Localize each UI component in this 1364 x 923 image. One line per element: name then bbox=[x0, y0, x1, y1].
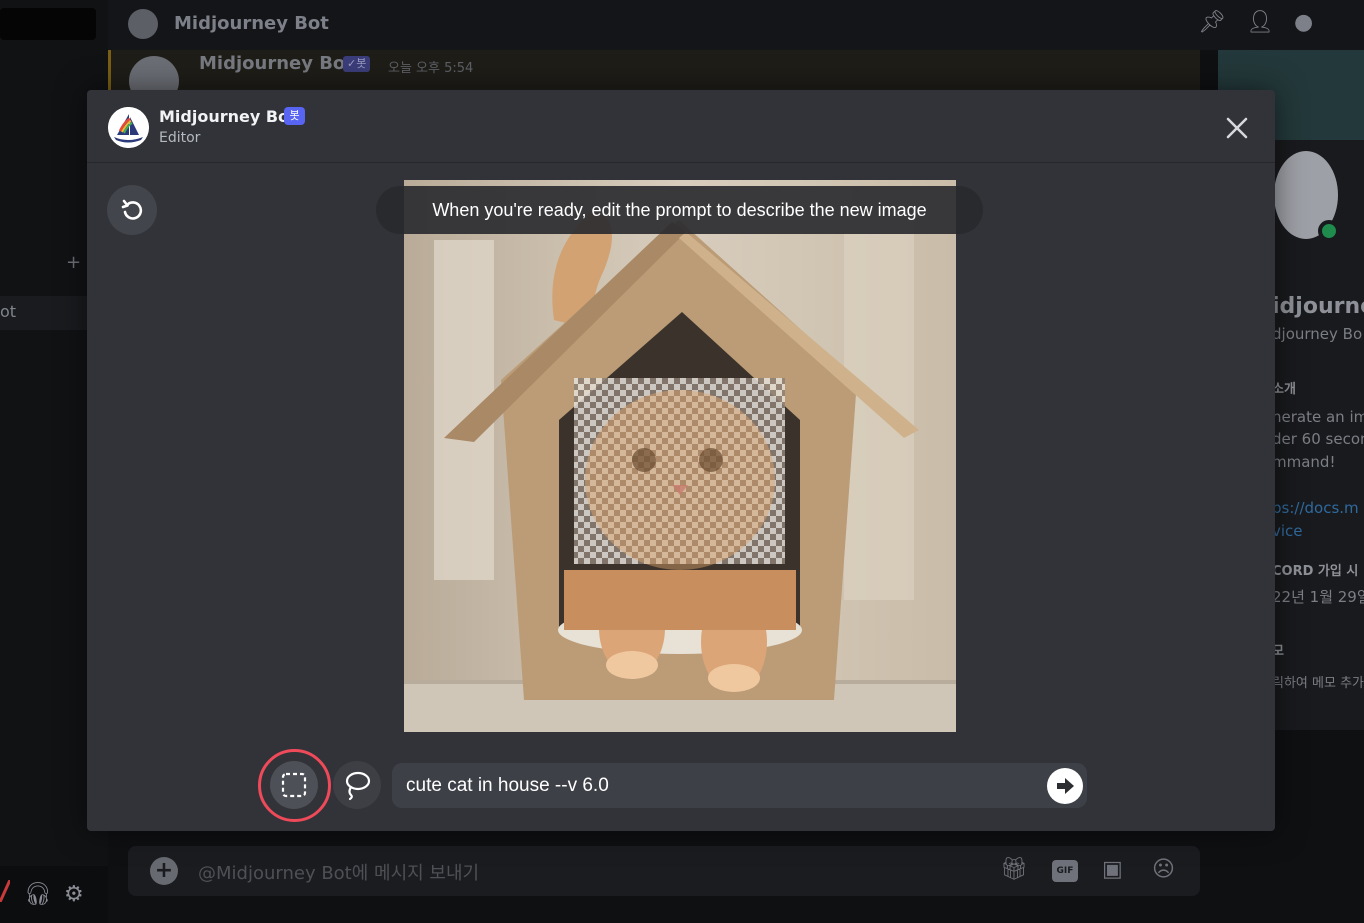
pin-icon: 📌︎ bbox=[1198, 10, 1226, 35]
close-button[interactable] bbox=[1223, 114, 1251, 142]
edit-canvas-image[interactable] bbox=[404, 180, 956, 732]
composer-placeholder: @Midjourney Bot에 메시지 보내기 bbox=[198, 863, 480, 884]
online-status-dot bbox=[1318, 220, 1340, 242]
rectangle-select-icon bbox=[281, 772, 307, 798]
mic-muted-icon bbox=[0, 880, 10, 902]
undo-button[interactable] bbox=[107, 185, 157, 235]
message-timestamp: 오늘 오후 5:54 bbox=[388, 61, 474, 76]
sticker-icon: ▣ bbox=[1102, 857, 1123, 882]
dm-list-item-label: ot bbox=[0, 302, 17, 321]
channel-title: Midjourney Bot bbox=[174, 13, 329, 34]
bot-avatar bbox=[108, 107, 149, 148]
headphones-icon: 🎧︎ bbox=[24, 882, 52, 907]
submit-prompt-button[interactable] bbox=[1047, 768, 1083, 804]
lasso-icon bbox=[345, 771, 371, 801]
about-line: der 60 secon bbox=[1272, 430, 1364, 448]
avatar bbox=[128, 9, 158, 39]
about-link: vice bbox=[1272, 522, 1303, 540]
plus-icon: + bbox=[150, 857, 178, 885]
plus-icon: + bbox=[66, 252, 82, 273]
message-composer: + @Midjourney Bot에 메시지 보내기 🎁︎ GIF ▣ ☹ bbox=[128, 846, 1200, 896]
modal-subtitle: Editor bbox=[159, 130, 201, 146]
joined-date: 22년 1월 29일 bbox=[1272, 588, 1364, 606]
profile-display-name: idjourne bbox=[1272, 294, 1364, 319]
rectangle-select-tool-button[interactable] bbox=[270, 761, 318, 809]
joined-header: CORD 가입 시 bbox=[1272, 564, 1359, 579]
bot-badge: ✓봇 bbox=[343, 56, 371, 72]
close-icon bbox=[1226, 117, 1248, 139]
edit-hint-tooltip: When you're ready, edit the prompt to de… bbox=[376, 186, 983, 234]
channel-header: Midjourney Bot 📌︎ 👤︎ ● bbox=[108, 0, 1364, 50]
user-panel: 🎧︎ ⚙ bbox=[0, 866, 108, 923]
about-header: 소개 bbox=[1272, 382, 1296, 397]
gif-icon: GIF bbox=[1052, 860, 1078, 882]
profile-icon: ● bbox=[1294, 10, 1314, 35]
editor-modal: Midjourney Bot 봇 Editor When you're read… bbox=[87, 90, 1275, 831]
message-author: Midjourney Bot bbox=[199, 53, 354, 74]
modal-header: Midjourney Bot 봇 Editor bbox=[87, 90, 1275, 163]
lasso-select-tool-button[interactable] bbox=[333, 761, 381, 809]
profile-username: djourney Bo bbox=[1272, 325, 1363, 343]
about-line: mmand! bbox=[1272, 453, 1336, 471]
emoji-icon: ☹ bbox=[1152, 857, 1175, 882]
arrow-right-icon bbox=[1057, 778, 1074, 794]
add-friend-icon: 👤︎ bbox=[1246, 10, 1274, 35]
about-link: ps://docs.m bbox=[1272, 499, 1359, 517]
gift-icon: 🎁︎ bbox=[1000, 857, 1028, 882]
bot-name: Midjourney Bot bbox=[159, 107, 297, 126]
prompt-input[interactable] bbox=[406, 763, 1026, 808]
sidebar-search-bar bbox=[0, 8, 96, 40]
about-line: nerate an im bbox=[1272, 408, 1364, 426]
note-placeholder: 릭하여 메모 추가 bbox=[1272, 676, 1364, 691]
midjourney-logo-icon bbox=[108, 107, 149, 148]
undo-icon bbox=[121, 199, 143, 220]
prompt-field bbox=[392, 763, 1087, 808]
gear-icon: ⚙ bbox=[64, 882, 84, 907]
cat-in-cardboard-house-image bbox=[404, 180, 956, 732]
bot-badge: 봇 bbox=[284, 107, 305, 125]
